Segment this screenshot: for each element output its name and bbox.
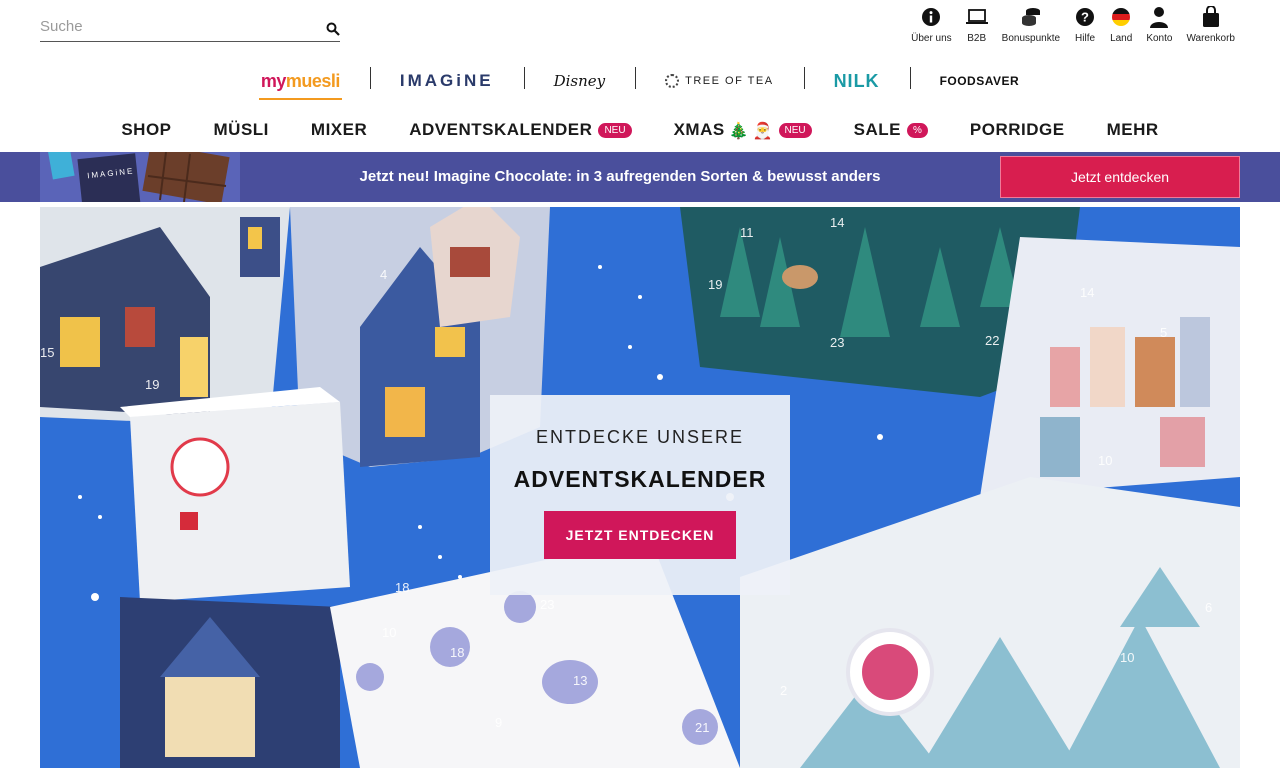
info-icon — [920, 6, 942, 28]
calendar-door-number: 10 — [1098, 453, 1112, 468]
brand-foodsaver[interactable]: FOODSAVER — [909, 61, 1050, 101]
brand-nilk[interactable]: NILK — [803, 61, 910, 101]
brand-mymuesli[interactable]: mymuesli — [231, 61, 370, 101]
country-label: Land — [1110, 33, 1133, 44]
utility-nav: Über uns B2B Bonuspunkte ? Hilfe Land Ko… — [904, 6, 1242, 44]
germany-flag-icon — [1110, 6, 1132, 28]
calendar-door-number: 11 — [740, 225, 754, 240]
hero-banner[interactable]: 11 14 19 23 14 4 15 19 10 10 23 18 13 9 21 6 10 2 5 22 18 EN… — [40, 207, 1240, 768]
brand-disney[interactable]: Disney — [523, 61, 636, 101]
account-label: Konto — [1146, 33, 1173, 44]
nav-adventskalender[interactable]: ADVENTSKALENDER NEU — [388, 120, 652, 140]
imagine-logo: IMAGiNE — [399, 71, 494, 90]
hero-discover-button[interactable]: JETZT ENTDECKEN — [544, 511, 736, 559]
promo-banner[interactable]: IMAGiNE Jetzt neu! Imagine Chocolate: in… — [0, 152, 1280, 202]
bonus-points-label: Bonuspunkte — [1001, 33, 1061, 44]
nav-porridge-label: PORRIDGE — [969, 120, 1065, 139]
calendar-door-number: 21 — [695, 720, 709, 735]
sale-badge: % — [907, 122, 928, 138]
nav-shop[interactable]: SHOP — [100, 120, 192, 140]
calendar-door-number: 23 — [830, 335, 844, 350]
calendar-door-number: 5 — [1160, 325, 1167, 340]
new-badge: NEU — [598, 122, 632, 138]
disney-logo: Disney — [553, 72, 606, 90]
calendar-door-number: 13 — [573, 673, 587, 688]
main-nav: SHOP MÜSLI MIXER ADVENTSKALENDER NEU XMAS… — [0, 112, 1280, 148]
calendar-door-number: 10 — [1120, 650, 1134, 665]
bonus-points-link[interactable]: Bonuspunkte — [995, 6, 1067, 44]
search-input[interactable] — [40, 14, 310, 38]
calendar-door-number: 19 — [708, 277, 722, 292]
brand-tree-of-tea[interactable]: TREE OF TEA — [635, 61, 803, 101]
help-link[interactable]: ? Hilfe — [1067, 6, 1103, 44]
brand-bar: mymuesli IMAGiNE Disney TREE OF TEA NILK… — [0, 60, 1280, 102]
nav-sale[interactable]: SALE% — [833, 120, 949, 140]
nav-muesli-label: MÜSLI — [213, 120, 269, 139]
nav-mehr[interactable]: MEHR — [1086, 120, 1180, 140]
b2b-link[interactable]: B2B — [959, 6, 995, 44]
calendar-door-number: 2 — [780, 683, 787, 698]
mymuesli-logo-my: my — [260, 70, 287, 91]
nav-muesli[interactable]: MÜSLI — [193, 120, 290, 140]
calendar-door-number: 14 — [1080, 285, 1094, 300]
b2b-label: B2B — [967, 33, 987, 44]
tree-of-tea-logo: TREE OF TEA — [665, 74, 773, 88]
about-us-label: Über uns — [911, 33, 952, 44]
help-label: Hilfe — [1075, 33, 1096, 44]
calendar-door-number: 18 — [395, 580, 409, 595]
nav-adventskalender-label: ADVENTSKALENDER — [409, 120, 593, 139]
calendar-door-number: 23 — [540, 597, 554, 612]
hero-title: ADVENTSKALENDER — [513, 466, 767, 492]
hero-cta-card: ENTDECKE UNSERE ADVENTSKALENDER JETZT EN… — [490, 395, 790, 595]
calendar-door-number: 22 — [985, 333, 999, 348]
tree-of-tea-emblem-icon — [665, 74, 680, 88]
calendar-door-number: 14 — [830, 215, 844, 230]
nav-mixer[interactable]: MIXER — [290, 120, 388, 140]
brand-imagine[interactable]: IMAGiNE — [369, 61, 524, 101]
calendar-door-number: 9 — [495, 715, 502, 730]
promo-discover-button[interactable]: Jetzt entdecken — [1000, 156, 1240, 198]
account-link[interactable]: Konto — [1139, 6, 1179, 44]
search-icon[interactable] — [326, 22, 340, 36]
calendar-door-number: 19 — [145, 377, 159, 392]
calendar-door-number: 4 — [380, 267, 387, 282]
calendar-door-number: 18 — [450, 645, 464, 660]
user-icon — [1148, 6, 1170, 28]
mymuesli-logo-rest: muesli — [285, 70, 341, 91]
calendar-door-number: 6 — [1205, 600, 1212, 615]
nav-mehr-label: MEHR — [1106, 120, 1159, 139]
country-selector[interactable]: Land — [1103, 6, 1139, 44]
christmas-tree-icon: 🎄 — [728, 120, 749, 140]
nav-xmas[interactable]: XMAS 🎄 🎅 NEU — [653, 120, 833, 140]
svg-text:?: ? — [1081, 10, 1089, 25]
about-us-link[interactable]: Über uns — [904, 6, 959, 44]
coins-icon — [1020, 6, 1042, 28]
tree-of-tea-label: TREE OF TEA — [685, 75, 774, 87]
mymuesli-logo: mymuesli — [260, 70, 341, 92]
cart-link[interactable]: Warenkorb — [1179, 6, 1242, 44]
calendar-door-number: 15 — [40, 345, 54, 360]
help-icon: ? — [1074, 6, 1096, 28]
nav-porridge[interactable]: PORRIDGE — [949, 120, 1086, 140]
calendar-door-number: 10 — [382, 625, 396, 640]
foodsaver-logo: FOODSAVER — [939, 74, 1020, 88]
cart-label: Warenkorb — [1186, 33, 1235, 44]
nav-xmas-label: XMAS — [673, 120, 725, 139]
laptop-icon — [965, 6, 988, 28]
nav-sale-label: SALE — [853, 120, 901, 139]
search-bar — [40, 14, 340, 42]
nav-shop-label: SHOP — [121, 120, 172, 139]
nilk-logo: NILK — [833, 70, 880, 91]
hero-subtitle: ENTDECKE UNSERE — [535, 427, 745, 447]
nav-mixer-label: MIXER — [310, 120, 368, 139]
shopping-bag-icon — [1200, 6, 1222, 28]
santa-icon: 🎅 — [752, 120, 773, 140]
new-badge: NEU — [778, 122, 812, 138]
